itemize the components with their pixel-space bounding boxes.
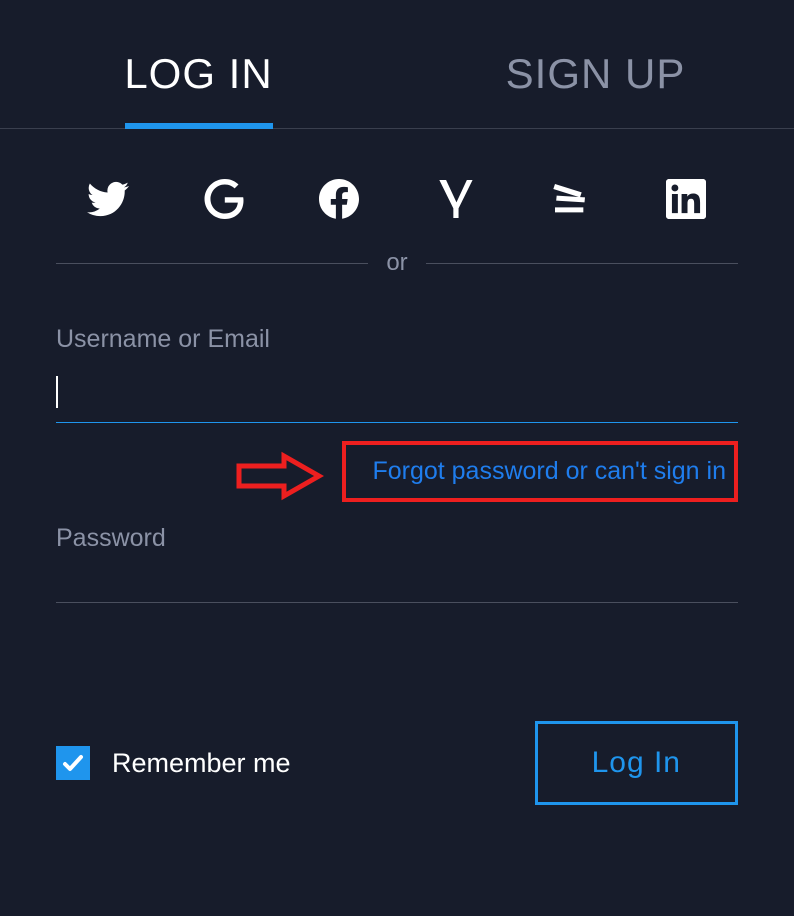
password-label: Password: [56, 524, 738, 553]
annotation-highlight-box: Forgot password or can't sign in: [342, 441, 738, 502]
annotation-arrow-icon: [234, 451, 324, 501]
username-input[interactable]: [56, 364, 738, 423]
remember-me-label: Remember me: [112, 748, 291, 779]
text-cursor: [56, 376, 58, 408]
divider: or: [56, 249, 738, 277]
facebook-icon[interactable]: [317, 177, 361, 221]
divider-line-left: [56, 263, 368, 264]
divider-text: or: [386, 249, 407, 277]
stackoverflow-icon[interactable]: [548, 177, 592, 221]
login-form: or Username or Email Forgot password or …: [0, 129, 794, 805]
username-field-group: Username or Email: [56, 325, 738, 423]
bottom-row: Remember me Log In: [56, 721, 738, 805]
google-icon[interactable]: [202, 177, 246, 221]
forgot-row: Forgot password or can't sign in: [56, 441, 738, 502]
checkbox-checked-icon: [56, 746, 90, 780]
password-input[interactable]: [56, 563, 738, 603]
tab-signup[interactable]: SIGN UP: [397, 0, 794, 128]
login-button[interactable]: Log In: [535, 721, 738, 805]
remember-me-checkbox[interactable]: Remember me: [56, 746, 291, 780]
auth-tabs: LOG IN SIGN UP: [0, 0, 794, 129]
password-field-group: Password: [56, 524, 738, 603]
username-label: Username or Email: [56, 325, 738, 354]
forgot-password-link[interactable]: Forgot password or can't sign in: [372, 457, 726, 485]
linkedin-icon[interactable]: [664, 177, 708, 221]
social-login-row: [56, 129, 738, 249]
twitter-icon[interactable]: [86, 177, 130, 221]
tab-login[interactable]: LOG IN: [0, 0, 397, 128]
yandex-icon[interactable]: [433, 177, 477, 221]
divider-line-right: [426, 263, 738, 264]
